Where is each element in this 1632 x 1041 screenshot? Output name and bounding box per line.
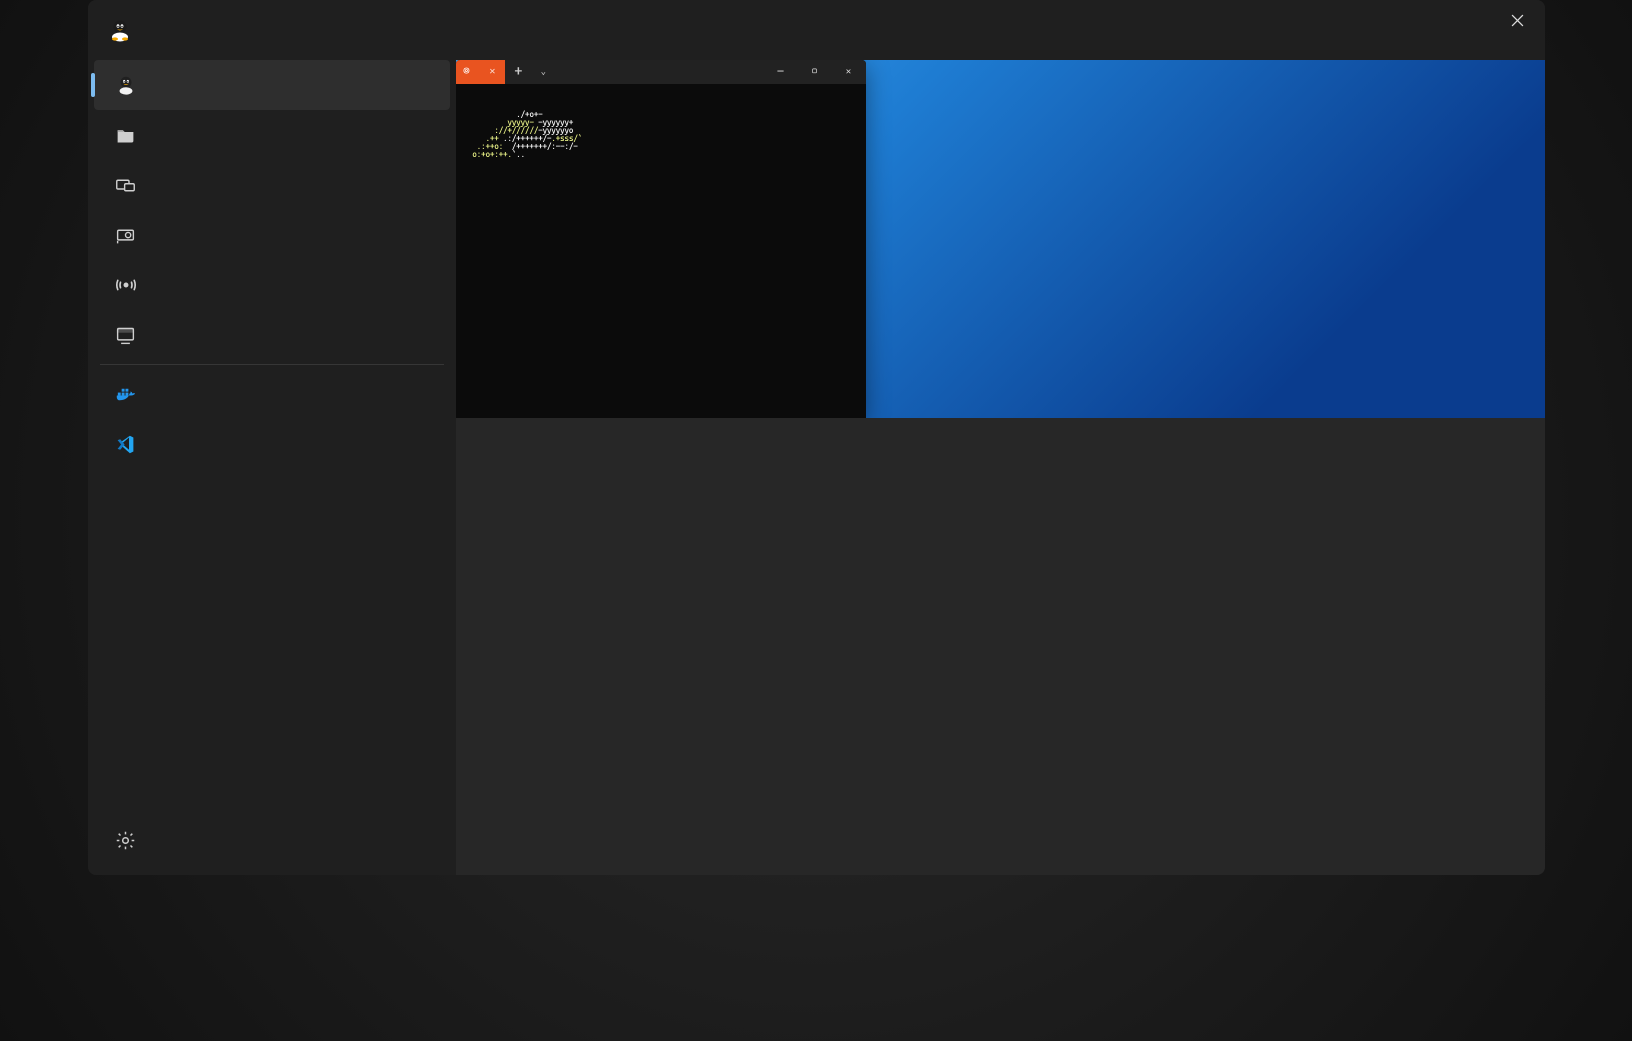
ascii-art: ./+o+- yyyyy- -yyyyyy+ ://+//////-yyyyyy…: [464, 111, 858, 159]
sidebar-item-distro[interactable]: [94, 310, 450, 360]
terminal-titlebar: ◎ ✕ + ⌄ ─ ▢ ✕: [456, 60, 866, 84]
close-icon: ✕: [832, 60, 866, 84]
sidebar: [88, 60, 456, 875]
sidebar-item-networking[interactable]: [94, 260, 450, 310]
chevron-down-icon: ⌄: [531, 60, 555, 84]
docker-icon: [114, 382, 138, 406]
close-button[interactable]: [1490, 0, 1545, 40]
ubuntu-icon: ◎: [464, 66, 470, 78]
distro-icon: [114, 323, 138, 347]
sidebar-item-filesystems[interactable]: [94, 110, 450, 160]
maximize-icon: ▢: [798, 60, 832, 84]
gear-icon: [114, 828, 138, 852]
gpu-icon: [114, 223, 138, 247]
sidebar-item-gpu[interactable]: [94, 210, 450, 260]
vscode-icon: [114, 432, 138, 456]
sidebar-item-settings[interactable]: [94, 815, 450, 865]
folder-icon: [114, 123, 138, 147]
hero-image: ◎ ✕ + ⌄ ─ ▢ ✕ ./+o+-: [456, 60, 1545, 418]
hero-terminal-ubuntu: ◎ ✕ + ⌄ ─ ▢ ✕ ./+o+-: [456, 60, 866, 418]
titlebar: [88, 0, 1545, 60]
app-window: ◎ ✕ + ⌄ ─ ▢ ✕ ./+o+-: [88, 0, 1545, 875]
tux-icon: [114, 73, 138, 97]
nav-group-2: [88, 369, 456, 469]
close-icon: [1511, 14, 1524, 27]
sidebar-item-docker[interactable]: [94, 369, 450, 419]
network-icon: [114, 273, 138, 297]
sidebar-item-gui-apps[interactable]: [94, 160, 450, 210]
new-tab-button: +: [505, 60, 531, 84]
minimize-icon: ─: [764, 60, 798, 84]
sidebar-item-vscode[interactable]: [94, 419, 450, 469]
apps-icon: [114, 173, 138, 197]
sidebar-item-general[interactable]: [94, 60, 450, 110]
terminal-body: ./+o+- yyyyy- -yyyyyy+ ://+//////-yyyyyy…: [456, 84, 866, 165]
window-controls: ─ ▢ ✕: [764, 60, 866, 84]
nav-group-1: [88, 60, 456, 360]
tux-app-icon: [106, 16, 134, 44]
sidebar-separator: [100, 364, 444, 365]
body: ◎ ✕ + ⌄ ─ ▢ ✕ ./+o+-: [88, 60, 1545, 875]
terminal-tab: ◎ ✕: [456, 60, 506, 84]
tab-close-icon: ✕: [489, 66, 495, 78]
content: ◎ ✕ + ⌄ ─ ▢ ✕ ./+o+-: [456, 60, 1545, 875]
